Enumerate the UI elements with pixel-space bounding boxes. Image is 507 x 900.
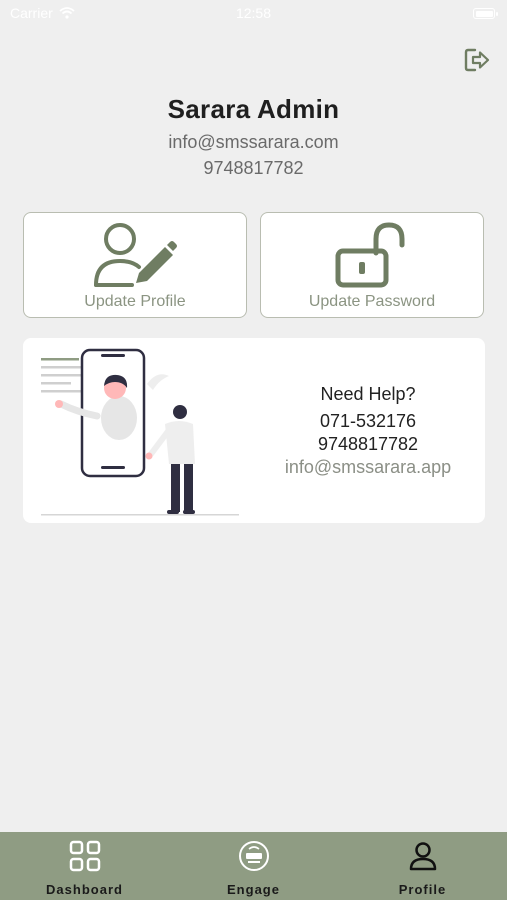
tab-engage[interactable]: Engage [169, 832, 338, 900]
status-bar: Carrier 12:58 [0, 0, 507, 28]
engage-logo-icon [238, 841, 269, 871]
status-time: 12:58 [235, 5, 272, 21]
update-password-button[interactable]: Update Password [260, 212, 484, 318]
update-profile-label: Update Profile [84, 293, 186, 310]
profile-name: Sarara Admin [167, 94, 340, 124]
tab-dashboard-label: Dashboard [46, 882, 123, 897]
profile-email: info@smssarara.com [168, 132, 339, 152]
tab-profile[interactable]: Profile [338, 832, 507, 900]
help-phone-2[interactable]: 9748817782 [263, 434, 473, 455]
grid-icon [69, 840, 100, 872]
update-password-label: Update Password [308, 293, 436, 310]
help-contact: Need Help? 071-532176 9748817782 info@sm… [263, 384, 473, 478]
help-title: Need Help? [320, 384, 416, 404]
logout-icon [464, 48, 490, 72]
profile-phone: 9748817782 [203, 158, 304, 178]
help-email[interactable]: info@smssarara.app [263, 457, 473, 478]
profile-header: Sarara Admin info@smssarara.com 97488177… [0, 94, 507, 179]
tab-engage-label: Engage [227, 882, 280, 897]
update-profile-button[interactable]: Update Profile [23, 212, 247, 318]
user-edit-icon [94, 223, 177, 287]
bottom-tab-bar: Dashboard Engage Profile [0, 832, 507, 900]
support-illustration [41, 348, 239, 516]
tab-profile-label: Profile [398, 882, 447, 897]
battery-icon [473, 8, 498, 19]
tab-dashboard[interactable]: Dashboard [0, 832, 169, 900]
help-phone-1[interactable]: 071-532176 [263, 411, 473, 432]
unlock-icon [335, 222, 405, 288]
person-icon [409, 842, 436, 871]
help-card: Need Help? 071-532176 9748817782 info@sm… [23, 338, 485, 523]
logout-button[interactable] [461, 44, 493, 76]
